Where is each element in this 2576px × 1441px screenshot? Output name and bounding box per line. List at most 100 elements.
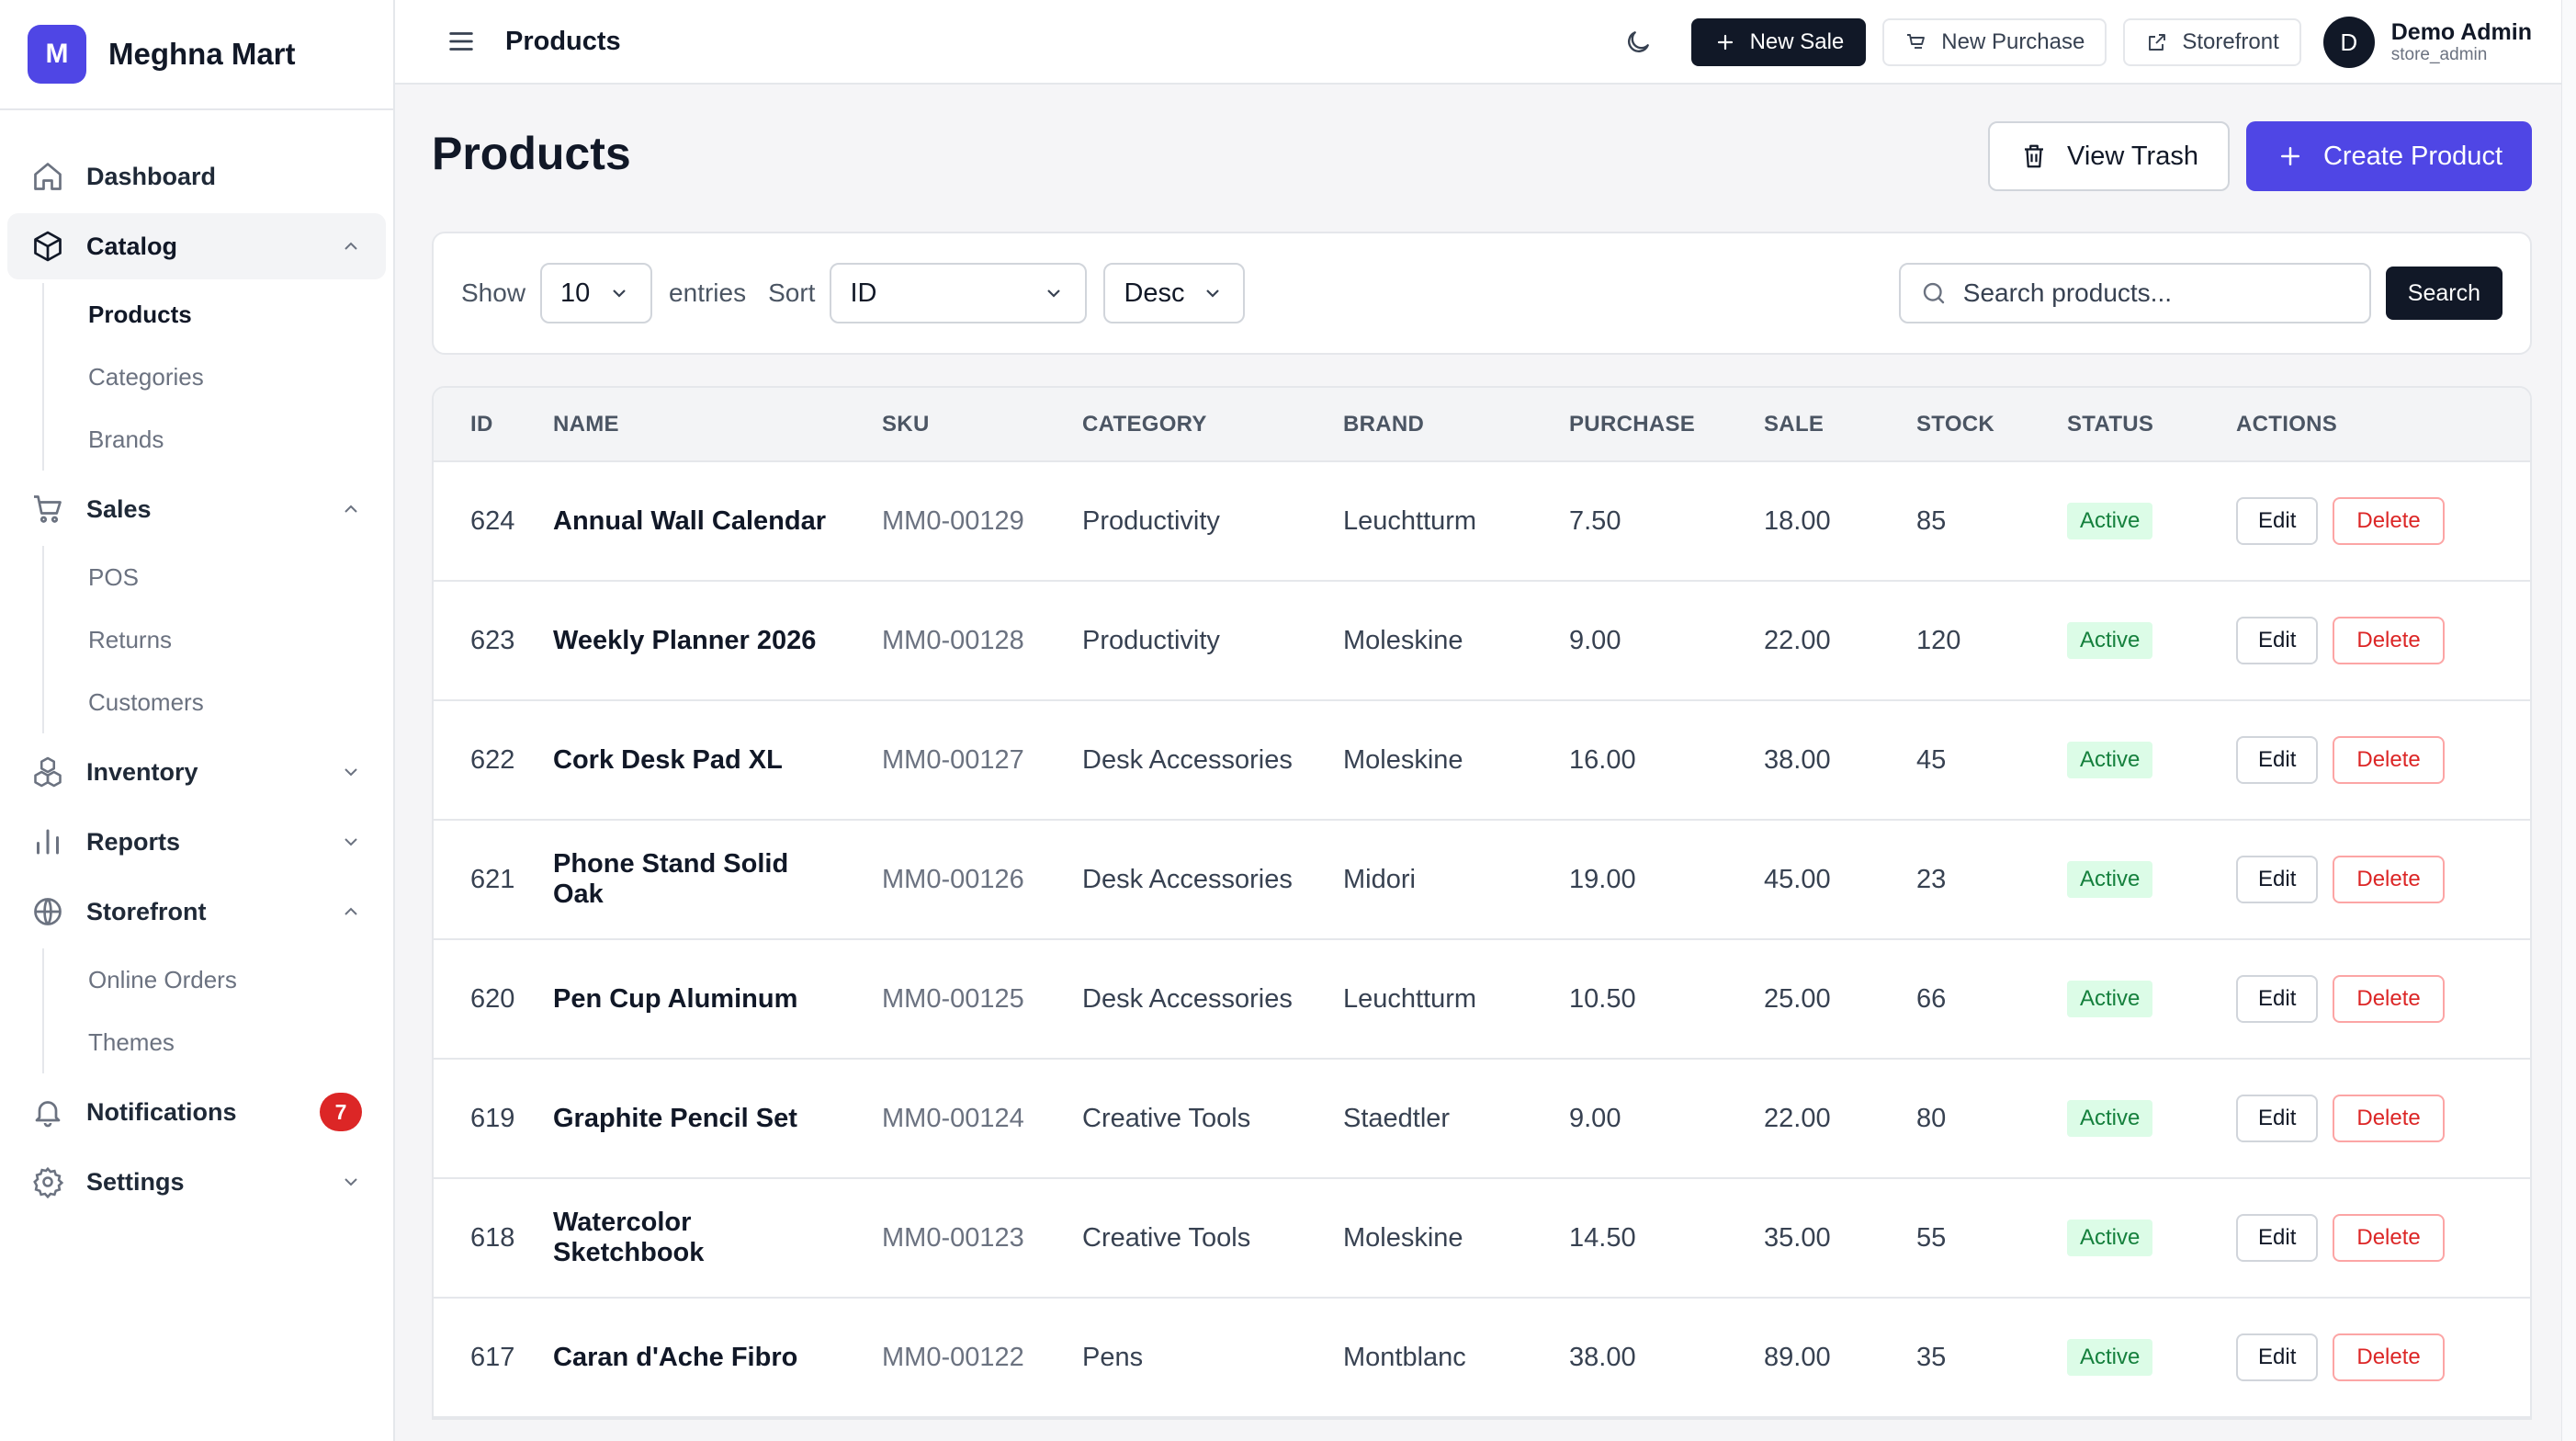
column-header-status[interactable]: STATUS (2067, 388, 2236, 462)
avatar[interactable]: D (2322, 17, 2375, 68)
edit-button[interactable]: Edit (2236, 1333, 2319, 1381)
search-input[interactable] (1962, 278, 2351, 308)
sidebar-item-notifications[interactable]: Notifications 7 (7, 1079, 386, 1145)
chevron-down-icon (338, 829, 364, 855)
order-value: Desc (1124, 278, 1185, 308)
cell-brand: Moleskine (1343, 744, 1463, 775)
new-sale-button[interactable]: New Sale (1690, 18, 1867, 66)
row-actions: Edit Delete (2236, 497, 2530, 545)
sidebar-item-pos[interactable]: POS (88, 546, 393, 608)
cell-status: Active (2067, 1298, 2236, 1417)
entries-select[interactable]: 10 (540, 263, 653, 323)
trash-icon (2019, 142, 2049, 171)
sidebar-item-storefront[interactable]: Storefront (7, 879, 386, 945)
column-header-sale[interactable]: SALE (1764, 388, 1916, 462)
notifications-badge: 7 (320, 1093, 362, 1131)
edit-button[interactable]: Edit (2236, 1095, 2319, 1142)
view-trash-button[interactable]: View Trash (1988, 121, 2230, 191)
cell-status: Active (2067, 700, 2236, 820)
cell-name: Graphite Pencil Set (553, 1103, 797, 1133)
delete-button[interactable]: Delete (2333, 736, 2445, 784)
user-info[interactable]: Demo Admin store_admin (2391, 19, 2532, 66)
cell-brand: Midori (1343, 864, 1416, 894)
entries-label: entries (669, 278, 747, 307)
cell-category: Pens (1082, 1342, 1144, 1372)
table-row: 624 Annual Wall Calendar MM0-00129 Producti… (434, 461, 2530, 581)
cell-actions: Edit Delete (2236, 581, 2530, 700)
status-badge: Active (2067, 742, 2153, 778)
cell-name: Watercolor Sketchbook (553, 1208, 705, 1267)
cell-sku: MM0-00122 (882, 1342, 1024, 1372)
gear-icon (29, 1163, 66, 1200)
cell-category: Creative Tools (1082, 1103, 1251, 1133)
brand[interactable]: M Meghna Mart (0, 0, 393, 110)
storefront-button[interactable]: Storefront (2123, 18, 2301, 66)
column-header-id[interactable]: ID (434, 388, 553, 462)
edit-button[interactable]: Edit (2236, 617, 2319, 664)
column-header-brand[interactable]: BRAND (1343, 388, 1569, 462)
sidebar-item-brands[interactable]: Brands (88, 408, 393, 471)
sidebar-item-catalog[interactable]: Catalog (7, 213, 386, 279)
search-button[interactable]: Search (2385, 267, 2503, 320)
edit-button[interactable]: Edit (2236, 975, 2319, 1023)
products-table-card: ID NAME SKU CATEGORY BRAND PURCHASE SALE… (432, 386, 2532, 1420)
column-header-name[interactable]: NAME (553, 388, 882, 462)
cell-sku: MM0-00129 (882, 505, 1024, 536)
sidebar-item-inventory[interactable]: Inventory (7, 739, 386, 805)
sidebar-item-returns[interactable]: Returns (88, 608, 393, 671)
sidebar-item-products[interactable]: Products (88, 283, 393, 346)
chevron-down-icon (606, 280, 632, 306)
globe-icon (29, 893, 66, 930)
table-header-row: ID NAME SKU CATEGORY BRAND PURCHASE SALE… (434, 388, 2530, 462)
sidebar-item-sales[interactable]: Sales (7, 476, 386, 542)
sort-select[interactable]: ID (830, 263, 1088, 323)
boxes-icon (29, 754, 66, 790)
sidebar-item-dashboard[interactable]: Dashboard (7, 143, 386, 210)
menu-icon[interactable] (443, 23, 480, 60)
cell-actions: Edit Delete (2236, 461, 2530, 581)
delete-button[interactable]: Delete (2333, 497, 2445, 545)
moon-icon[interactable] (1620, 24, 1656, 61)
table-row: 623 Weekly Planner 2026 MM0-00128 Productiv… (434, 581, 2530, 700)
cell-purchase: 16.00 (1569, 744, 1636, 775)
sidebar-item-themes[interactable]: Themes (88, 1011, 393, 1073)
sidebar-item-settings[interactable]: Settings (7, 1149, 386, 1215)
delete-button[interactable]: Delete (2333, 856, 2445, 903)
column-header-purchase[interactable]: PURCHASE (1569, 388, 1764, 462)
cell-id: 621 (470, 864, 515, 894)
brand-logo: M (28, 25, 86, 84)
edit-button[interactable]: Edit (2236, 1214, 2319, 1262)
order-select[interactable]: Desc (1103, 263, 1246, 323)
sidebar-item-reports[interactable]: Reports (7, 809, 386, 875)
search-field[interactable] (1898, 263, 2371, 323)
edit-button[interactable]: Edit (2236, 497, 2319, 545)
cell-category: Productivity (1082, 625, 1220, 655)
table-row: 617 Caran d'Ache Fibro MM0-00122 Pens Montbl… (434, 1298, 2530, 1417)
purchase-icon (1904, 30, 1928, 54)
delete-button[interactable]: Delete (2333, 617, 2445, 664)
cell-status: Active (2067, 581, 2236, 700)
new-purchase-button[interactable]: New Purchase (1882, 18, 2107, 66)
delete-button[interactable]: Delete (2333, 1214, 2445, 1262)
delete-button[interactable]: Delete (2333, 1333, 2445, 1381)
delete-button[interactable]: Delete (2333, 975, 2445, 1023)
create-product-button[interactable]: Create Product (2245, 121, 2532, 191)
delete-button[interactable]: Delete (2333, 1095, 2445, 1142)
column-header-stock[interactable]: STOCK (1916, 388, 2067, 462)
column-header-category[interactable]: CATEGORY (1082, 388, 1343, 462)
edit-button[interactable]: Edit (2236, 736, 2319, 784)
table-row: 621 Phone Stand Solid Oak MM0-00126 Desk Ac… (434, 820, 2530, 939)
status-badge: Active (2067, 861, 2153, 898)
chevron-up-icon (338, 899, 364, 925)
cell-sku: MM0-00123 (882, 1222, 1024, 1253)
chevron-up-icon (338, 496, 364, 522)
sidebar-item-customers[interactable]: Customers (88, 671, 393, 733)
show-label: Show (461, 278, 526, 307)
column-header-sku[interactable]: SKU (882, 388, 1082, 462)
page-scrollbar[interactable] (2561, 0, 2576, 1441)
sidebar-item-online-orders[interactable]: Online Orders (88, 948, 393, 1011)
sidebar-item-categories[interactable]: Categories (88, 346, 393, 408)
status-badge: Active (2067, 1220, 2153, 1256)
edit-button[interactable]: Edit (2236, 856, 2319, 903)
user-name: Demo Admin (2390, 18, 2532, 45)
